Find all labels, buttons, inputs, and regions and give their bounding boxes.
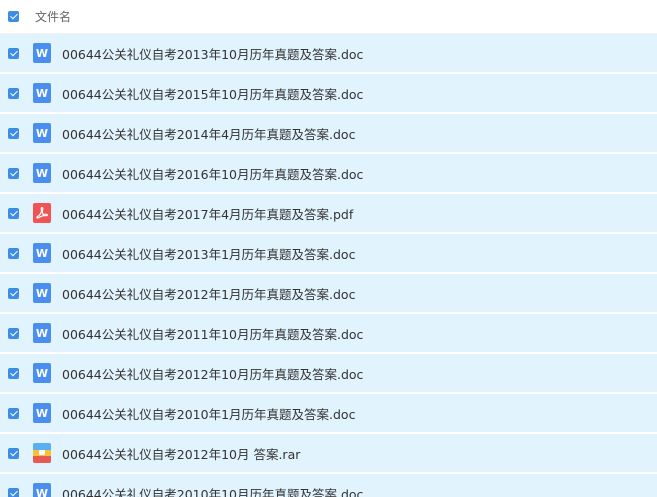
- file-checkbox[interactable]: [8, 127, 19, 139]
- file-list: 文件名 W 00644公关礼仪自考2013年10月历年真题及答案.doc W 0064…: [0, 0, 657, 497]
- word-doc-icon: W: [33, 163, 51, 183]
- file-name[interactable]: 00644公关礼仪自考2010年10月历年真题及答案.doc: [62, 484, 363, 497]
- list-header: 文件名: [0, 0, 657, 34]
- file-checkbox[interactable]: [8, 87, 19, 99]
- file-name[interactable]: 00644公关礼仪自考2011年10月历年真题及答案.doc: [62, 324, 363, 343]
- file-row[interactable]: W 00644公关礼仪自考2012年1月历年真题及答案.doc: [0, 274, 657, 312]
- file-row[interactable]: W 00644公关礼仪自考2015年10月历年真题及答案.doc: [0, 74, 657, 112]
- file-checkbox[interactable]: [8, 447, 19, 459]
- file-name[interactable]: 00644公关礼仪自考2012年10月 答案.rar: [62, 444, 300, 463]
- file-row[interactable]: W 00644公关礼仪自考2010年1月历年真题及答案.doc: [0, 394, 657, 432]
- file-name[interactable]: 00644公关礼仪自考2013年1月历年真题及答案.doc: [62, 244, 355, 263]
- file-name[interactable]: 00644公关礼仪自考2010年1月历年真题及答案.doc: [62, 404, 355, 423]
- word-doc-icon: W: [33, 123, 51, 143]
- file-name[interactable]: 00644公关礼仪自考2016年10月历年真题及答案.doc: [62, 164, 363, 183]
- word-doc-icon: W: [33, 243, 51, 263]
- file-checkbox[interactable]: [8, 207, 19, 219]
- file-row[interactable]: W 00644公关礼仪自考2011年10月历年真题及答案.doc: [0, 314, 657, 352]
- file-checkbox[interactable]: [8, 327, 19, 339]
- word-doc-icon: W: [33, 43, 51, 63]
- file-checkbox[interactable]: [8, 247, 19, 259]
- file-row[interactable]: 00644公关礼仪自考2017年4月历年真题及答案.pdf: [0, 194, 657, 232]
- file-rows: W 00644公关礼仪自考2013年10月历年真题及答案.doc W 00644公关礼…: [0, 34, 657, 497]
- file-name[interactable]: 00644公关礼仪自考2015年10月历年真题及答案.doc: [62, 84, 363, 103]
- select-all-checkbox[interactable]: [8, 11, 19, 22]
- file-checkbox[interactable]: [8, 487, 19, 497]
- word-doc-icon: W: [33, 323, 51, 343]
- file-checkbox[interactable]: [8, 367, 19, 379]
- file-name[interactable]: 00644公关礼仪自考2017年4月历年真题及答案.pdf: [62, 204, 353, 223]
- file-row[interactable]: W 00644公关礼仪自考2014年4月历年真题及答案.doc: [0, 114, 657, 152]
- file-name[interactable]: 00644公关礼仪自考2013年10月历年真题及答案.doc: [62, 44, 363, 63]
- word-doc-icon: W: [33, 363, 51, 383]
- file-row[interactable]: 00644公关礼仪自考2012年10月 答案.rar: [0, 434, 657, 472]
- word-doc-icon: W: [33, 483, 51, 497]
- word-doc-icon: W: [33, 283, 51, 303]
- file-name[interactable]: 00644公关礼仪自考2012年10月历年真题及答案.doc: [62, 364, 363, 383]
- file-checkbox[interactable]: [8, 287, 19, 299]
- pdf-file-icon: [33, 203, 51, 223]
- file-row[interactable]: W 00644公关礼仪自考2010年10月历年真题及答案.doc: [0, 474, 657, 497]
- file-row[interactable]: W 00644公关礼仪自考2013年10月历年真题及答案.doc: [0, 34, 657, 72]
- file-checkbox[interactable]: [8, 167, 19, 179]
- file-checkbox[interactable]: [8, 47, 19, 59]
- file-row[interactable]: W 00644公关礼仪自考2013年1月历年真题及答案.doc: [0, 234, 657, 272]
- word-doc-icon: W: [33, 403, 51, 423]
- file-row[interactable]: W 00644公关礼仪自考2012年10月历年真题及答案.doc: [0, 354, 657, 392]
- filename-column-header[interactable]: 文件名: [35, 8, 71, 25]
- file-name[interactable]: 00644公关礼仪自考2014年4月历年真题及答案.doc: [62, 124, 355, 143]
- file-name[interactable]: 00644公关礼仪自考2012年1月历年真题及答案.doc: [62, 284, 355, 303]
- file-row[interactable]: W 00644公关礼仪自考2016年10月历年真题及答案.doc: [0, 154, 657, 192]
- file-checkbox[interactable]: [8, 407, 19, 419]
- word-doc-icon: W: [33, 83, 51, 103]
- archive-file-icon: [33, 443, 51, 463]
